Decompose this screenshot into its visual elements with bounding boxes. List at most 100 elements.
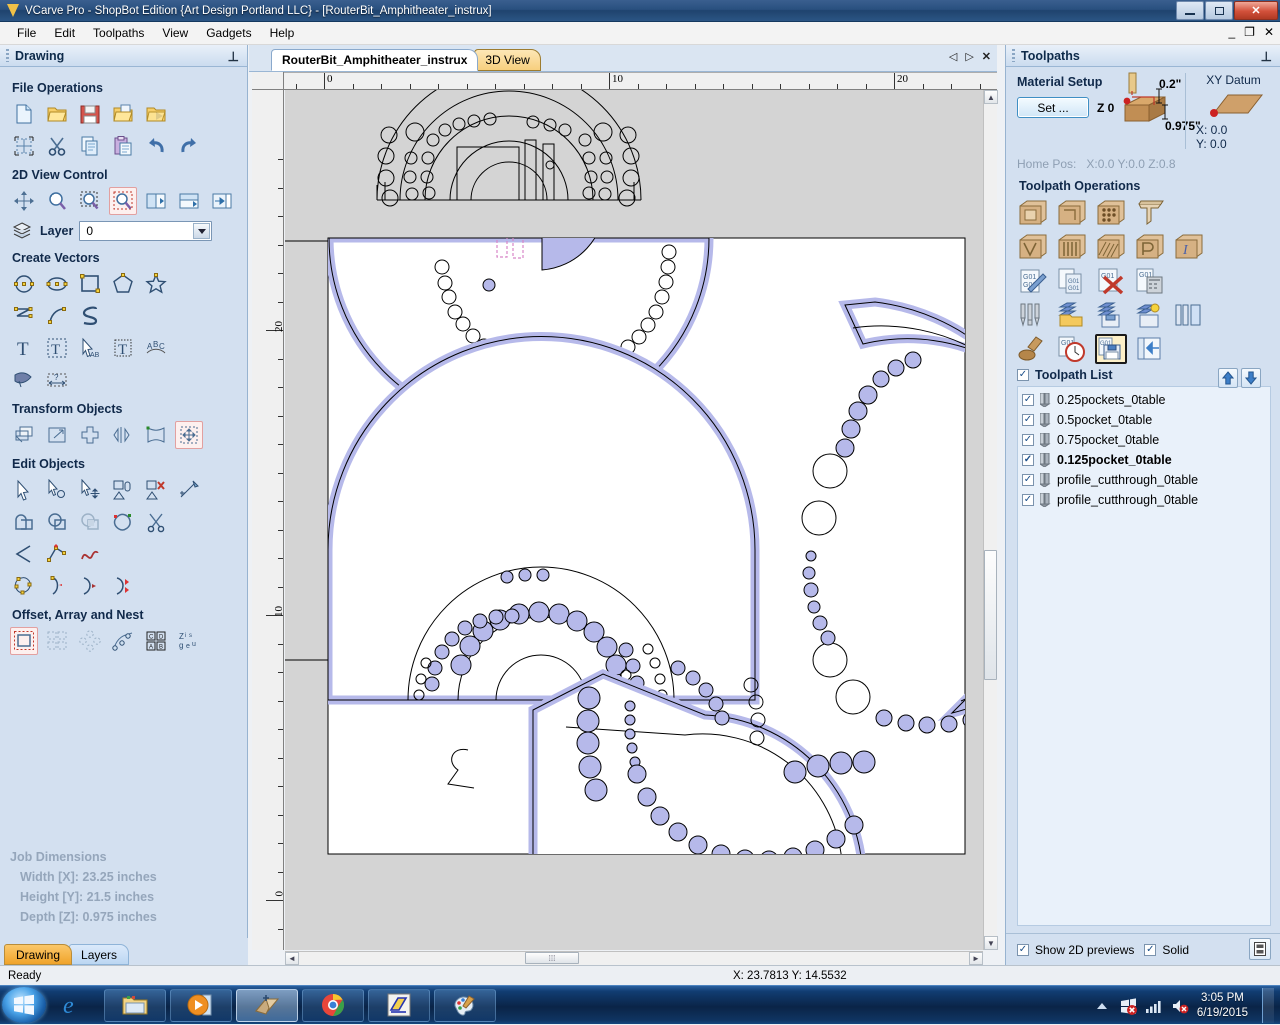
circular-copy-icon[interactable]	[76, 627, 104, 655]
google-chrome-icon[interactable]	[302, 988, 364, 1022]
toolpath-item-checkbox[interactable]: ✓	[1022, 414, 1034, 426]
rectangle-tool-icon[interactable]	[76, 270, 104, 298]
intersect-vectors-icon[interactable]	[76, 508, 104, 536]
pin-icon[interactable]: ⊥	[1261, 49, 1272, 65]
measure-icon[interactable]	[175, 476, 203, 504]
text-box-tool-icon[interactable]: T	[43, 334, 71, 362]
menu-item-help[interactable]: Help	[261, 23, 304, 43]
close-panel-icon[interactable]	[1134, 334, 1166, 364]
scale-objects-icon[interactable]	[43, 421, 71, 449]
menu-item-file[interactable]: File	[8, 23, 45, 43]
circle-tool-icon[interactable]	[10, 270, 38, 298]
fluting-toolpath-icon[interactable]	[1056, 232, 1088, 262]
show-hidden-icons-icon[interactable]	[1093, 997, 1111, 1015]
dimension-tool-icon[interactable]: ?	[43, 366, 71, 394]
join-vectors-icon[interactable]	[109, 508, 137, 536]
toolpath-list[interactable]: ✓ 0.25pockets_0table ✓ 0.5pocket_0table …	[1017, 386, 1271, 926]
texture-toolpath-icon[interactable]	[1095, 232, 1127, 262]
arc-tool-icon[interactable]	[43, 302, 71, 330]
canvas-vertical-scrollbar[interactable]: ▲ ▼	[983, 90, 998, 950]
layer-select[interactable]: 0	[79, 221, 213, 241]
tab-close-icon[interactable]: ✕	[982, 50, 991, 63]
move-up-button[interactable]	[1218, 368, 1238, 388]
vcarve-toolpath-icon[interactable]	[1017, 232, 1049, 262]
toolpath-list-item-selected[interactable]: ✓ 0.125pocket_0table	[1022, 450, 1270, 470]
trace-bitmap-icon[interactable]	[10, 366, 38, 394]
canvas-horizontal-scrollbar[interactable]: ◄ ⁞⁞⁞ ►	[285, 951, 983, 965]
toolpath-list-item[interactable]: ✓ 0.75pocket_0table	[1022, 430, 1270, 450]
prism-carve-icon[interactable]	[1134, 232, 1166, 262]
trim-vectors-icon[interactable]	[142, 508, 170, 536]
scroll-left-button[interactable]: ◄	[285, 952, 299, 965]
open-vector-icon[interactable]	[43, 572, 71, 600]
offset-vectors-icon[interactable]	[10, 627, 38, 655]
show-2d-previews-checkbox[interactable]: ✓	[1017, 943, 1029, 956]
align-objects-icon[interactable]	[175, 421, 203, 449]
estimate-time-icon[interactable]: G01	[1056, 334, 1088, 364]
drawing-canvas[interactable]	[285, 90, 997, 950]
mdi-restore-button[interactable]: ❐	[1244, 26, 1255, 38]
copy-along-curve-icon[interactable]	[109, 627, 137, 655]
curve-tool-icon[interactable]	[76, 302, 104, 330]
toolpath-list-item[interactable]: ✓ 0.25pockets_0table	[1022, 390, 1270, 410]
zoom-to-fit-icon[interactable]	[76, 187, 104, 215]
open-recent-icon[interactable]	[109, 100, 137, 128]
action-center-icon[interactable]	[1119, 997, 1137, 1015]
windows-start-orb-icon[interactable]	[2, 987, 46, 1023]
ungroup-objects-icon[interactable]	[142, 476, 170, 504]
curve-fit-icon[interactable]	[76, 540, 104, 568]
profile-toolpath-icon[interactable]	[1017, 198, 1049, 228]
open-folder-icon[interactable]	[43, 100, 71, 128]
paint-icon[interactable]	[434, 988, 496, 1022]
save-icon[interactable]	[76, 100, 104, 128]
polyline-tool-icon[interactable]	[10, 302, 38, 330]
close-button[interactable]: ✕	[1234, 1, 1278, 20]
menu-item-view[interactable]: View	[153, 23, 197, 43]
mirror-objects-icon[interactable]	[109, 421, 137, 449]
smooth-node-icon[interactable]	[43, 540, 71, 568]
fillet-icon[interactable]	[10, 540, 38, 568]
horizontal-scroll-thumb[interactable]: ⁞⁞⁞	[525, 952, 579, 964]
scroll-up-button[interactable]: ▲	[984, 90, 998, 104]
inlay-toolpath-icon[interactable]: I	[1173, 232, 1205, 262]
true-shape-nest-icon[interactable]: Zisgeu	[175, 627, 203, 655]
list-view-icon[interactable]	[1249, 938, 1271, 960]
drilling-toolpath-icon[interactable]	[1095, 198, 1127, 228]
subtract-vectors-icon[interactable]	[43, 508, 71, 536]
toolpath-template-wizard-icon[interactable]	[1134, 300, 1166, 330]
weld-vectors-icon[interactable]	[10, 508, 38, 536]
mdi-close-button[interactable]: ✕	[1264, 26, 1274, 38]
toolpath-list-item[interactable]: ✓ profile_cutthrough_0table	[1022, 490, 1270, 510]
select-pointer-icon[interactable]	[10, 476, 38, 504]
taskbar-clock[interactable]: 3:05 PM 6/19/2015	[1197, 991, 1248, 1021]
text-on-curve-icon[interactable]: T	[109, 334, 137, 362]
toolpath-item-checkbox[interactable]: ✓	[1022, 454, 1034, 466]
tab-next-icon[interactable]: ▷	[965, 50, 973, 63]
move-node-icon[interactable]	[76, 476, 104, 504]
tab-drawing[interactable]: Drawing	[4, 944, 73, 965]
scroll-down-button[interactable]: ▼	[984, 936, 998, 950]
copy-icon[interactable]	[76, 132, 104, 160]
toolpath-list-item[interactable]: ✓ profile_cutthrough_0table	[1022, 470, 1270, 490]
toolpath-item-checkbox[interactable]: ✓	[1022, 474, 1034, 486]
toggle-left-pane-icon[interactable]	[142, 187, 170, 215]
partworks-icon[interactable]	[368, 988, 430, 1022]
vcarve-text-icon[interactable]	[1134, 198, 1166, 228]
redo-icon[interactable]	[175, 132, 203, 160]
block-copy-icon[interactable]	[43, 627, 71, 655]
menu-item-edit[interactable]: Edit	[45, 23, 84, 43]
mdi-minimize-button[interactable]: _	[1228, 26, 1235, 38]
zoom-to-selection-icon[interactable]	[109, 187, 137, 215]
split-vector-icon[interactable]	[109, 572, 137, 600]
windows-explorer-icon[interactable]	[104, 988, 166, 1022]
toggle-top-pane-icon[interactable]	[175, 187, 203, 215]
chevron-down-icon[interactable]	[193, 223, 211, 239]
toolpath-item-checkbox[interactable]: ✓	[1022, 434, 1034, 446]
paste-icon[interactable]	[109, 132, 137, 160]
close-vector-icon[interactable]	[10, 572, 38, 600]
ellipse-tool-icon[interactable]	[43, 270, 71, 298]
tab-routerbit-amphitheater-instrux[interactable]: RouterBit_Amphitheater_instrux	[271, 49, 479, 71]
import-icon[interactable]	[142, 100, 170, 128]
tab-layers[interactable]: Layers	[69, 944, 130, 965]
menu-item-gadgets[interactable]: Gadgets	[197, 23, 260, 43]
